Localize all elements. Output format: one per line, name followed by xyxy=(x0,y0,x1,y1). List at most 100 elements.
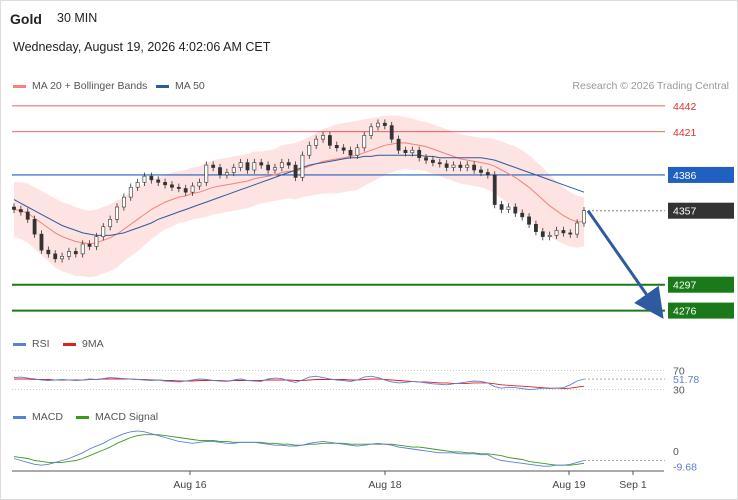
candle-body xyxy=(18,209,23,213)
candle-body xyxy=(410,149,415,154)
candle-body xyxy=(451,164,456,168)
candle-body xyxy=(568,232,573,235)
candle xyxy=(499,200,504,214)
candle-body xyxy=(293,164,298,178)
candle-body xyxy=(245,162,250,171)
candle-body xyxy=(575,222,580,235)
candle xyxy=(204,161,209,187)
candle-body xyxy=(149,175,154,181)
level-4421-label: 4421 xyxy=(673,127,697,139)
candle-body xyxy=(527,216,531,225)
candle-body xyxy=(307,145,312,156)
candle-body xyxy=(211,164,216,168)
candle-body xyxy=(417,149,422,158)
candle-body xyxy=(506,206,511,210)
candle-body xyxy=(437,162,442,165)
candle-body xyxy=(67,251,71,257)
candle-body xyxy=(472,164,477,171)
candle-body xyxy=(499,204,504,210)
x-tick-label: Sep 1 xyxy=(619,479,647,491)
candle-body xyxy=(252,162,257,171)
candle-body xyxy=(176,186,181,189)
candle-body xyxy=(492,174,497,205)
candle-body xyxy=(135,182,140,188)
macd-zero-label: 0 xyxy=(673,446,679,458)
candle-body xyxy=(431,159,435,163)
candle-body xyxy=(513,206,518,214)
candle-body xyxy=(53,253,58,260)
rsi-level-30-label: 30 xyxy=(673,385,685,397)
candle-body xyxy=(485,172,490,176)
candle-body xyxy=(300,154,305,178)
candle-body xyxy=(348,149,353,156)
candle-body xyxy=(479,169,483,173)
candle-body xyxy=(279,162,284,168)
bollinger-band-area xyxy=(14,115,584,278)
level-4297-label: 4297 xyxy=(673,280,697,292)
candle-body xyxy=(561,230,566,234)
candle-body xyxy=(190,185,195,193)
x-axis: Aug 16 Aug 18 Aug 19 Sep 1 xyxy=(12,470,664,491)
candle-body xyxy=(60,256,64,260)
candle-body xyxy=(25,211,30,220)
candle-body xyxy=(534,223,538,232)
candle-body xyxy=(286,162,291,166)
macd-panel: 0 -9.68 xyxy=(13,430,697,473)
candle-body xyxy=(273,167,277,171)
candle-body xyxy=(156,179,161,183)
candle-body xyxy=(218,167,222,176)
candle-body xyxy=(238,162,243,168)
candle-body xyxy=(554,230,559,236)
candle-body xyxy=(547,235,552,237)
candle-body xyxy=(121,196,126,208)
macd-signal-line xyxy=(13,434,585,466)
candle-body xyxy=(259,162,264,166)
candle-body xyxy=(328,135,332,146)
forecast-arrow xyxy=(586,209,664,319)
level-4442-label: 4442 xyxy=(673,101,697,113)
candle-body xyxy=(163,182,167,186)
candle xyxy=(492,171,497,209)
candle-body xyxy=(12,206,16,210)
candle-body xyxy=(231,167,236,173)
candle-body xyxy=(204,164,209,183)
rsi-panel: 703051.78 xyxy=(12,365,699,397)
macd-value-label: -9.68 xyxy=(673,461,697,473)
candle xyxy=(506,203,511,214)
candle-body xyxy=(396,138,401,151)
candle-body xyxy=(197,182,202,187)
candle-body xyxy=(108,219,113,228)
level-4386-label: 4386 xyxy=(673,170,697,182)
candle-body xyxy=(465,164,470,168)
candle-body xyxy=(142,175,147,183)
candle-body xyxy=(46,249,51,255)
candle-body xyxy=(39,233,44,251)
candle-body xyxy=(376,122,380,128)
candle-body xyxy=(582,210,586,224)
candle-body xyxy=(389,125,394,140)
x-tick-label: Aug 18 xyxy=(368,479,401,491)
candle xyxy=(39,230,44,254)
candle-body xyxy=(520,212,525,218)
candle-body xyxy=(424,157,428,161)
candle-body xyxy=(87,243,92,247)
bollinger-band xyxy=(14,115,584,278)
candle-body xyxy=(183,188,188,193)
candle-body xyxy=(170,184,174,188)
candle-body xyxy=(80,243,85,255)
chart-svg[interactable]: 4442 4421 4386 4357 4297 4276 703051.78 0 -9.6… xyxy=(0,0,738,500)
candle-body xyxy=(314,138,319,146)
candle-body xyxy=(334,145,339,149)
candle-body xyxy=(224,172,229,176)
candle-body xyxy=(101,226,106,237)
candle-body xyxy=(341,147,346,151)
candle-body xyxy=(444,163,449,168)
candle-body xyxy=(73,251,78,255)
candle-body xyxy=(403,149,408,154)
macd-line xyxy=(13,430,585,467)
candle-body xyxy=(128,186,133,198)
forecast-arrow-line xyxy=(586,209,664,319)
candle-body xyxy=(369,126,374,136)
candle-body xyxy=(382,122,387,126)
rsi-line xyxy=(13,375,585,391)
